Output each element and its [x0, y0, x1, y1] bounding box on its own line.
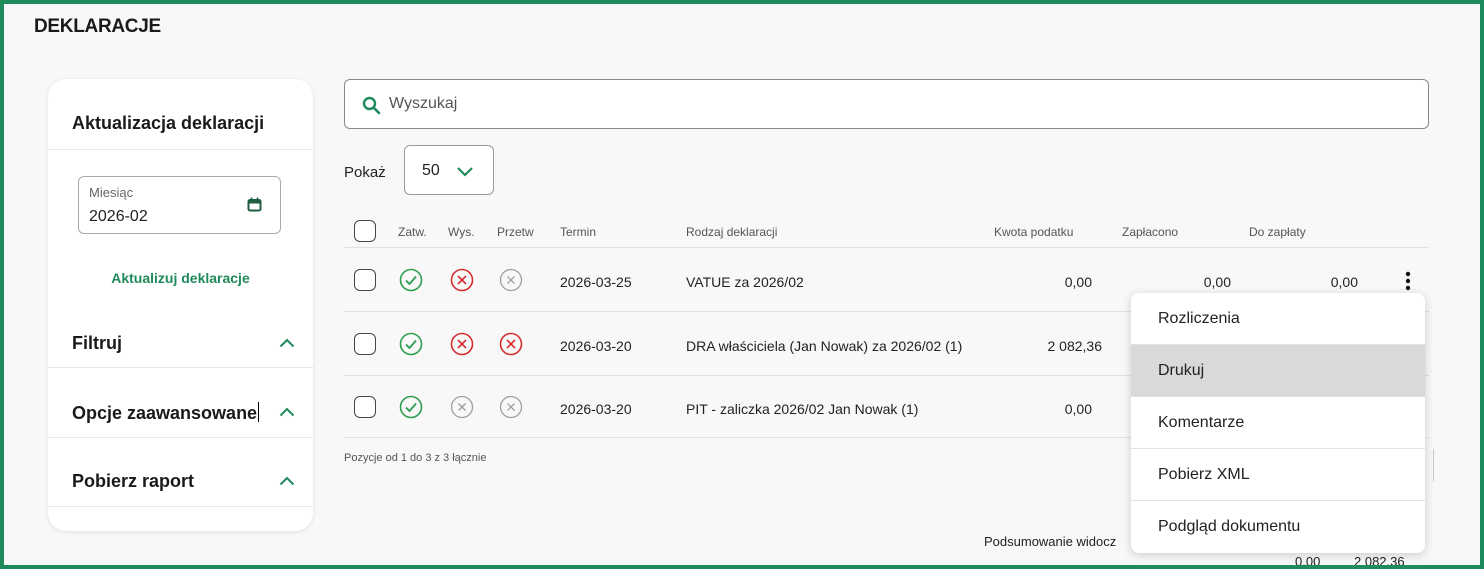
- month-field[interactable]: Miesiąc 2026-02: [78, 176, 281, 234]
- chevron-down-icon: [457, 167, 473, 177]
- summary-label: Podsumowanie widocz: [984, 534, 1117, 549]
- menu-item-print[interactable]: Drukuj: [1131, 345, 1425, 397]
- section-advanced-options[interactable]: Opcje zaawansowane: [72, 402, 260, 424]
- cell-to-pay: 0,00: [1330, 274, 1358, 290]
- menu-item-download-xml[interactable]: Pobierz XML: [1131, 449, 1425, 501]
- cell-deadline: 2026-03-20: [560, 401, 632, 417]
- header-declaration-type[interactable]: Rodzaj deklaracji: [686, 225, 777, 239]
- summary-value: 0,00: [1295, 554, 1321, 569]
- page-size-select[interactable]: 50: [404, 145, 494, 195]
- cell-tax-amount: 0,00: [1064, 274, 1092, 290]
- cell-declaration-type: PIT - zaliczka 2026/02 Jan Nowak (1): [686, 401, 919, 417]
- pagination-info: Pozycje od 1 do 3 z 3 łącznie: [344, 452, 487, 464]
- cell-deadline: 2026-03-25: [560, 274, 632, 290]
- sidebar-heading: Aktualizacja deklaracji: [72, 113, 265, 133]
- cell-tax-amount: 0,00: [1064, 401, 1092, 417]
- header-processed[interactable]: Przetw: [497, 225, 534, 239]
- month-value[interactable]: 2026-02: [89, 208, 148, 226]
- cell-deadline: 2026-03-20: [560, 338, 632, 354]
- cell-declaration-type: VATUE za 2026/02: [686, 274, 804, 290]
- menu-item-settlements[interactable]: Rozliczenia: [1131, 293, 1425, 345]
- divider: [48, 506, 313, 507]
- cell-paid: 0,00: [1203, 274, 1231, 290]
- select-all-checkbox[interactable]: [354, 220, 376, 242]
- header-sent[interactable]: Wys.: [448, 225, 475, 239]
- search-icon: [362, 96, 381, 115]
- sidebar-panel: Aktualizacja deklaracji Miesiąc 2026-02 …: [48, 79, 313, 531]
- more-vertical-icon[interactable]: [1405, 271, 1411, 291]
- header-approved[interactable]: Zatw.: [398, 225, 427, 239]
- row-checkbox[interactable]: [354, 269, 376, 291]
- chevron-up-icon[interactable]: [279, 407, 295, 417]
- row-checkbox[interactable]: [354, 333, 376, 355]
- header-deadline[interactable]: Termin: [560, 225, 596, 239]
- x-circle-gray-icon: [499, 268, 523, 292]
- page-title: DEKLARACJE: [34, 16, 161, 37]
- menu-item-comments[interactable]: Komentarze: [1131, 397, 1425, 449]
- x-circle-icon: [450, 268, 474, 292]
- chevron-up-icon[interactable]: [279, 476, 295, 486]
- app-frame: DEKLARACJE Aktualizacja deklaracji Miesi…: [0, 0, 1484, 569]
- cell-tax-amount: 2 082,36: [1047, 338, 1103, 354]
- menu-item-document-preview[interactable]: Podgląd dokumentu: [1131, 501, 1425, 553]
- check-circle-icon: [399, 268, 423, 292]
- divider: [48, 437, 313, 438]
- search-input[interactable]: Wyszukaj: [344, 79, 1429, 129]
- calendar-icon[interactable]: [247, 197, 262, 212]
- divider: [48, 149, 313, 150]
- page-size-value: 50: [422, 162, 440, 179]
- section-advanced-options-label: Opcje zaawansowane: [72, 403, 258, 423]
- update-declarations-link[interactable]: Aktualizuj deklaracje: [48, 270, 313, 286]
- check-circle-icon: [399, 395, 423, 419]
- row-context-menu: Rozliczenia Drukuj Komentarze Pobierz XM…: [1131, 293, 1425, 553]
- x-circle-icon: [450, 332, 474, 356]
- text-cursor: [258, 402, 260, 422]
- table-header-divider: [344, 247, 1429, 248]
- summary-value: 2 082,36: [1354, 554, 1405, 569]
- page-size-label: Pokaż: [344, 164, 386, 181]
- x-circle-gray-icon: [499, 395, 523, 419]
- section-download-report[interactable]: Pobierz raport: [72, 471, 194, 492]
- cell-declaration-type: DRA właściciela (Jan Nowak) za 2026/02 (…: [686, 338, 963, 354]
- row-checkbox[interactable]: [354, 396, 376, 418]
- x-circle-icon: [499, 332, 523, 356]
- x-circle-gray-icon: [450, 395, 474, 419]
- search-placeholder: Wyszukaj: [389, 95, 458, 112]
- divider: [48, 367, 313, 368]
- table-scroll-edge: [1428, 449, 1434, 481]
- chevron-up-icon[interactable]: [279, 338, 295, 348]
- header-tax-amount[interactable]: Kwota podatku: [994, 225, 1073, 239]
- check-circle-icon: [399, 332, 423, 356]
- section-filter[interactable]: Filtruj: [72, 333, 122, 354]
- month-label: Miesiąc: [89, 185, 134, 200]
- header-to-pay[interactable]: Do zapłaty: [1249, 225, 1306, 239]
- header-paid[interactable]: Zapłacono: [1122, 225, 1178, 239]
